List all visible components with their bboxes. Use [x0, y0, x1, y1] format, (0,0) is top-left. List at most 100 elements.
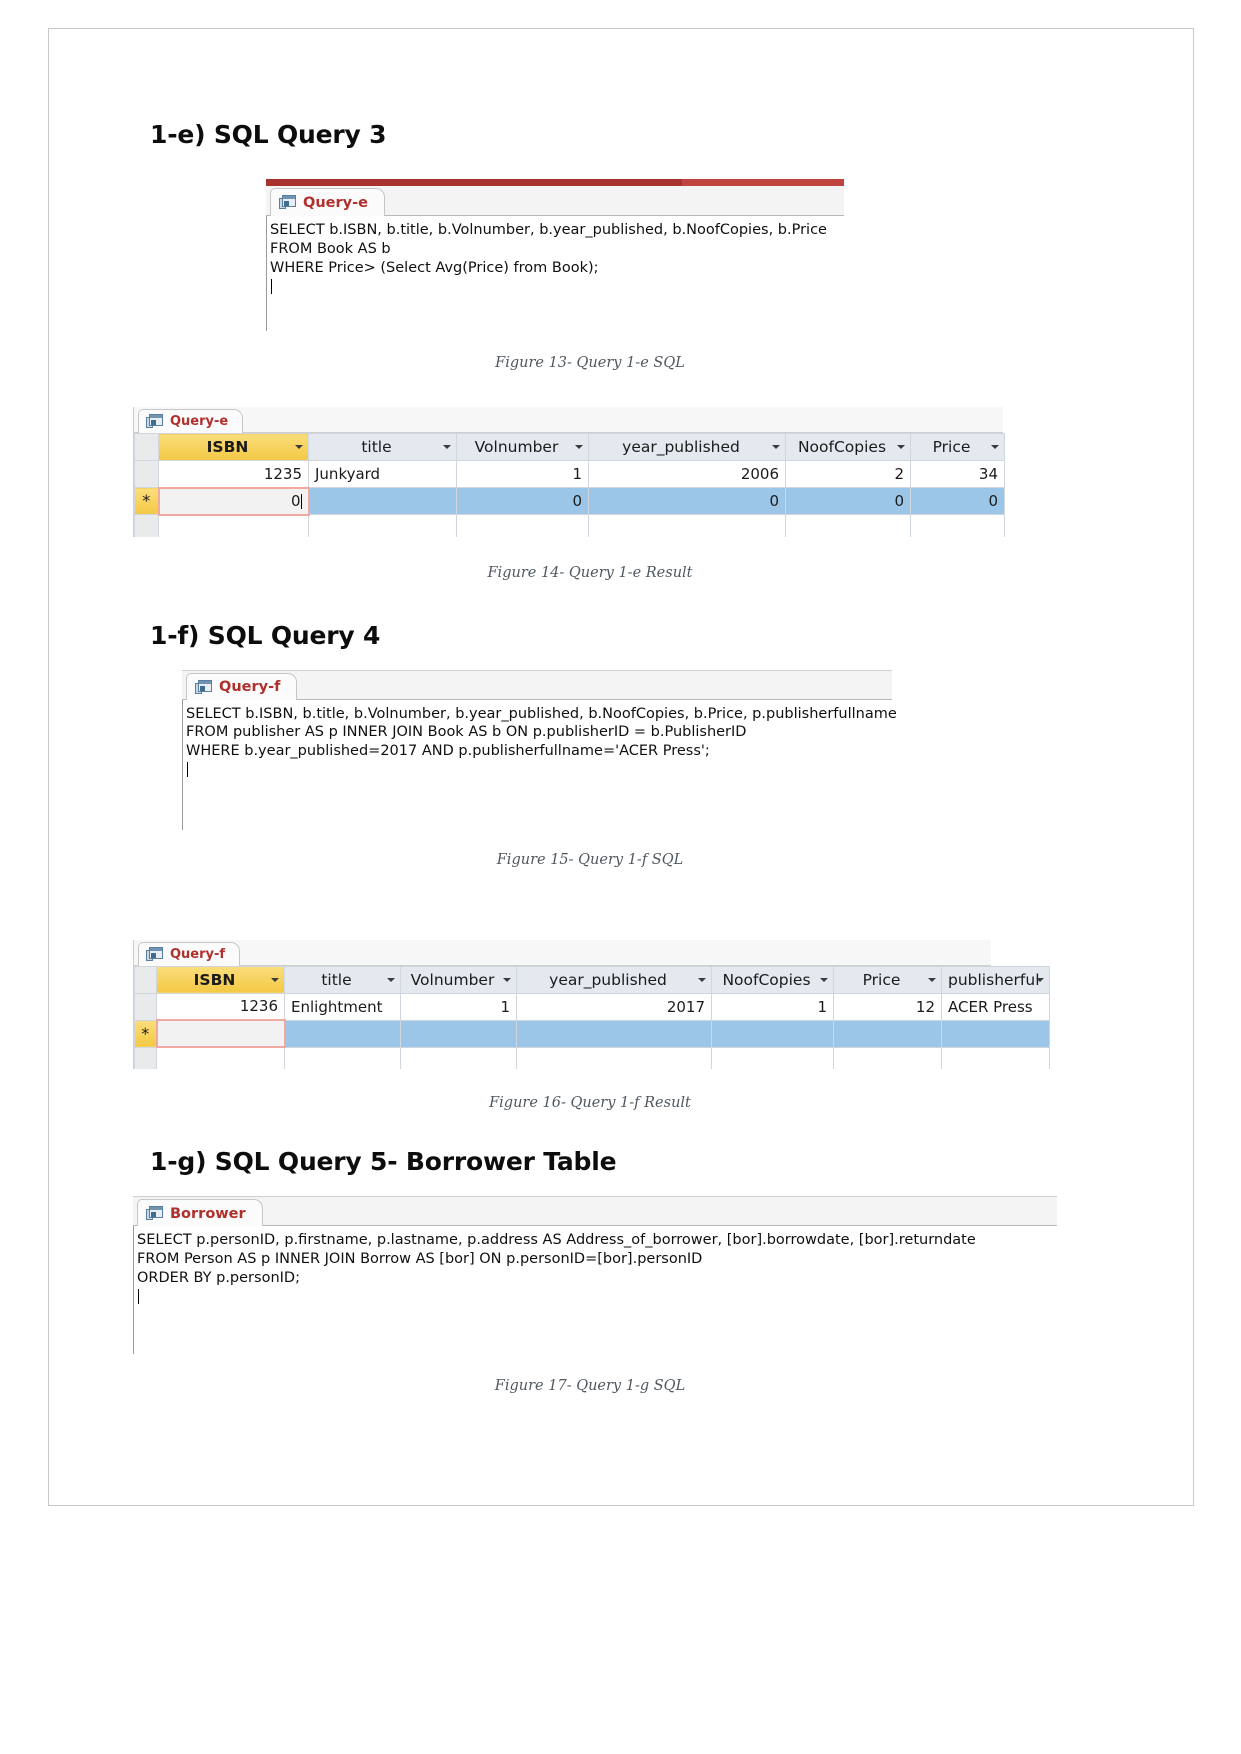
column-header-year-published[interactable]: year_published — [516, 965, 712, 994]
cell-price[interactable]: 0 — [910, 487, 1005, 515]
query-design-icon — [195, 679, 212, 695]
document-tab-label: Query-e — [170, 414, 229, 429]
new-record-row[interactable]: * 0 0 0 0 0 — [134, 486, 1005, 516]
column-header-year-published[interactable]: year_published — [588, 433, 786, 461]
table-header-row: ISBN title Volnumber year_published Noof… — [134, 433, 1005, 461]
document-tab-query-e[interactable]: Query-e — [138, 409, 244, 433]
chevron-down-icon[interactable] — [387, 977, 395, 982]
row-selector[interactable] — [134, 460, 159, 488]
text-caret — [271, 278, 272, 294]
document-tab-strip: Query-f — [134, 939, 991, 966]
document-tab-label: Query-e — [303, 194, 368, 211]
document-tab-query-f[interactable]: Query-f — [186, 672, 298, 701]
sql-caret-line — [133, 1288, 1057, 1307]
table-row[interactable]: 1236 Enlightment 1 2017 1 12 ACER Press — [134, 992, 1050, 1021]
cell-isbn-editing[interactable]: 0 — [157, 486, 310, 516]
cell-volnumber[interactable]: 1 — [400, 992, 517, 1021]
chevron-down-icon[interactable] — [991, 445, 999, 449]
column-header-title[interactable]: title — [308, 433, 457, 461]
chevron-down-icon[interactable] — [698, 977, 706, 982]
chevron-down-icon[interactable] — [503, 977, 511, 982]
column-header-volnumber[interactable]: Volnumber — [456, 433, 589, 461]
chevron-down-icon[interactable] — [575, 445, 583, 449]
figure-caption-14: Figure 14- Query 1-e Result — [487, 564, 693, 581]
table-blank-row — [134, 514, 1005, 537]
column-header-volnumber[interactable]: Volnumber — [400, 965, 517, 994]
cell-noofcopies[interactable]: 1 — [711, 992, 834, 1021]
column-header-noofcopies[interactable]: NoofCopies — [711, 965, 834, 994]
cell-price[interactable]: 34 — [910, 460, 1005, 488]
column-header-price[interactable]: Price — [833, 965, 942, 994]
cell-publisherfullname[interactable] — [941, 1019, 1050, 1048]
blank-cell — [156, 1047, 285, 1069]
new-record-asterisk-icon[interactable]: * — [134, 487, 159, 515]
blank-cell — [400, 1047, 517, 1069]
cell-isbn[interactable]: 1236 — [156, 992, 285, 1021]
sql-line: FROM Person AS p INNER JOIN Borrow AS [b… — [137, 1250, 703, 1267]
column-header-isbn[interactable]: ISBN — [156, 965, 285, 994]
select-all-corner[interactable] — [134, 433, 159, 461]
column-header-noofcopies[interactable]: NoofCopies — [785, 433, 911, 461]
cell-year-published[interactable]: 2017 — [516, 992, 712, 1021]
column-header-isbn[interactable]: ISBN — [158, 433, 309, 461]
row-selector[interactable] — [134, 992, 157, 1021]
cell-title[interactable]: Junkyard — [308, 460, 457, 488]
chevron-down-icon[interactable] — [928, 977, 936, 982]
cell-volnumber[interactable]: 0 — [456, 487, 589, 515]
datasheet-window-query-f: Query-f ISBN title Volnumber year_publis… — [133, 939, 1050, 1069]
sql-editor-pane[interactable]: SELECT p.personID, p.firstname, p.lastna… — [133, 1226, 1057, 1354]
cell-price[interactable] — [833, 1019, 942, 1048]
blank-cell — [516, 1047, 712, 1069]
cell-title[interactable] — [284, 1019, 401, 1048]
chevron-down-icon[interactable] — [271, 977, 279, 982]
document-tab-label: Query-f — [219, 679, 281, 695]
cell-title[interactable]: Enlightment — [284, 992, 401, 1021]
sql-window-query-f: Query-f SELECT b.ISBN, b.title, b.Volnum… — [182, 669, 897, 830]
chevron-down-icon[interactable] — [443, 445, 451, 449]
column-header-title[interactable]: title — [284, 965, 401, 994]
table-row[interactable]: 1235 Junkyard 1 2006 2 34 — [134, 460, 1005, 488]
cell-noofcopies[interactable]: 0 — [785, 487, 911, 515]
chevron-down-icon[interactable] — [1036, 977, 1044, 982]
document-tab-query-f[interactable]: Query-f — [138, 941, 241, 966]
cell-year-published[interactable]: 2006 — [588, 460, 786, 488]
chevron-down-icon[interactable] — [820, 977, 828, 982]
cell-noofcopies[interactable]: 2 — [785, 460, 911, 488]
editor-left-rule — [266, 216, 267, 331]
text-caret — [138, 1288, 139, 1304]
cell-year-published[interactable] — [516, 1019, 712, 1048]
blank-cell — [833, 1047, 942, 1069]
blank-cell — [284, 1047, 401, 1069]
cell-isbn-editing[interactable] — [155, 1019, 286, 1048]
new-record-asterisk-icon[interactable]: * — [134, 1019, 157, 1048]
cell-volnumber[interactable] — [400, 1019, 517, 1048]
document-tab-label: Query-f — [170, 946, 226, 962]
figure-caption-17: Figure 17- Query 1-g SQL — [494, 1378, 686, 1394]
cell-title[interactable] — [308, 487, 457, 515]
figure-caption-13: Figure 13- Query 1-e SQL — [495, 355, 685, 371]
blank-cell — [588, 514, 786, 537]
cell-volnumber[interactable]: 1 — [456, 460, 589, 488]
document-tab-borrower[interactable]: Borrower — [137, 1199, 263, 1227]
editor-left-rule — [182, 699, 183, 830]
section-heading-1f: 1-f) SQL Query 4 — [150, 620, 381, 650]
cell-noofcopies[interactable] — [711, 1019, 834, 1048]
document-tab-label: Borrower — [170, 1205, 246, 1222]
chevron-down-icon[interactable] — [772, 445, 780, 449]
column-header-publisherfullname[interactable]: publisherful — [941, 965, 1050, 994]
cell-publisherfullname[interactable]: ACER Press — [941, 992, 1050, 1021]
new-record-row[interactable]: * — [134, 1019, 1050, 1048]
chevron-down-icon[interactable] — [897, 445, 905, 449]
column-header-price[interactable]: Price — [910, 433, 1005, 461]
results-table-query-e[interactable]: ISBN title Volnumber year_published Noof… — [134, 433, 1005, 537]
select-all-corner[interactable] — [134, 965, 157, 994]
results-table-query-f[interactable]: ISBN title Volnumber year_published Noof… — [134, 965, 1050, 1069]
sql-editor-pane[interactable]: SELECT b.ISBN, b.title, b.Volnumber, b.y… — [182, 699, 897, 830]
document-tab-query-e[interactable]: Query-e — [270, 188, 385, 216]
sql-editor-pane[interactable]: SELECT b.ISBN, b.title, b.Volnumber, b.y… — [266, 216, 844, 331]
chevron-down-icon[interactable] — [295, 445, 303, 449]
cell-isbn[interactable]: 1235 — [158, 460, 309, 488]
text-caret — [300, 494, 302, 509]
cell-year-published[interactable]: 0 — [588, 487, 786, 515]
cell-price[interactable]: 12 — [833, 992, 942, 1021]
